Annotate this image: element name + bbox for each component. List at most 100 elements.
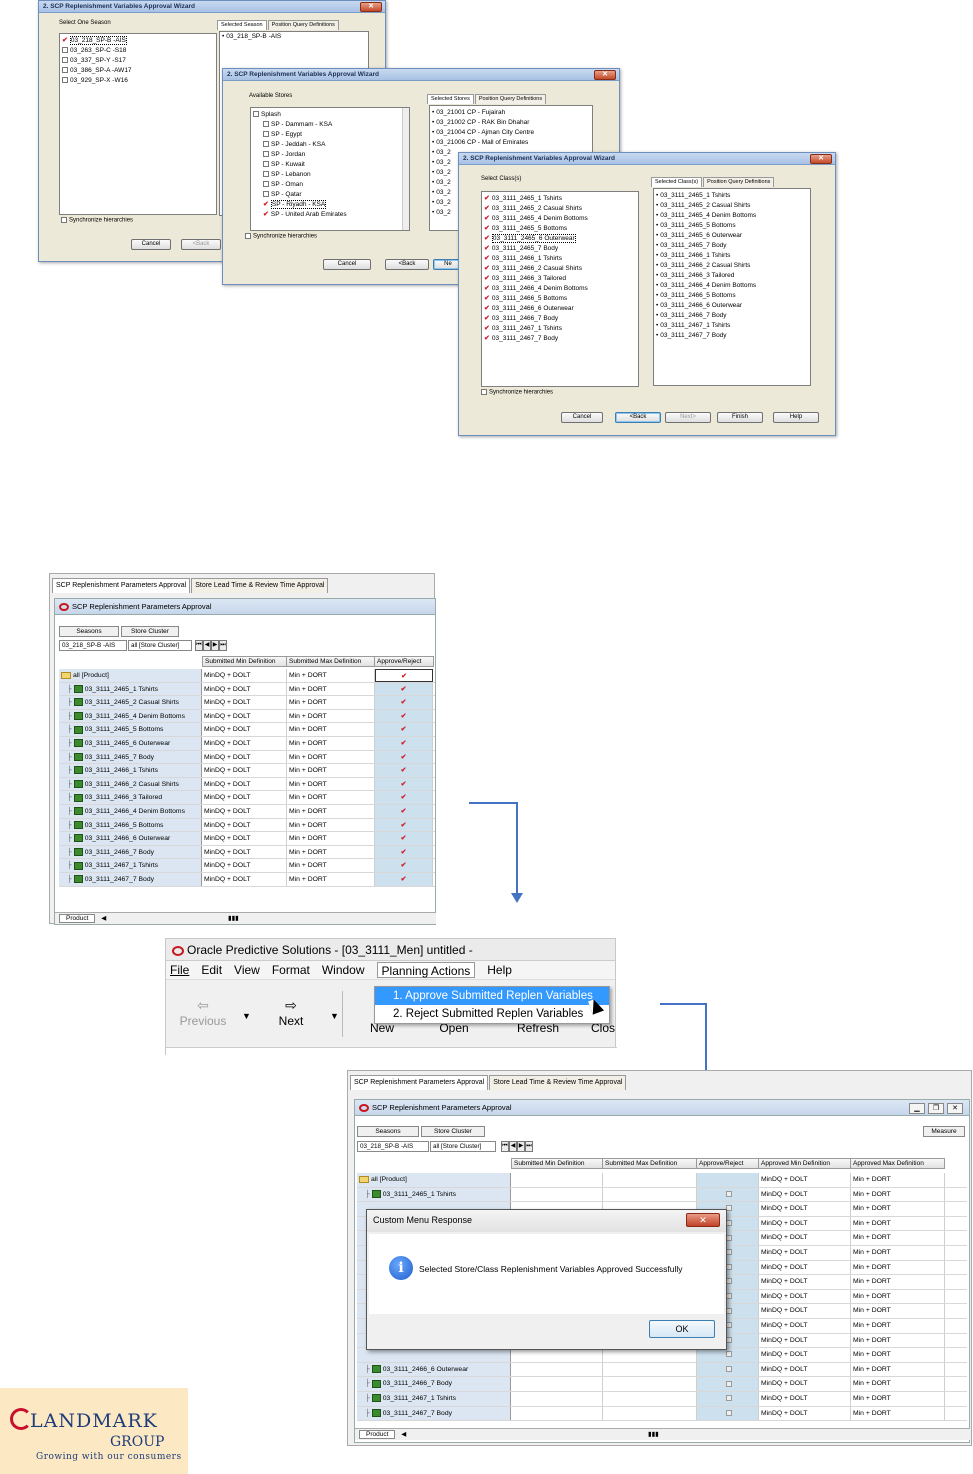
tab-scp-approval[interactable]: SCP Replenishment Parameters Approval: [350, 1075, 489, 1090]
list-item[interactable]: SP - Jordan: [251, 150, 409, 160]
list-item[interactable]: 03_929_SP-X -W16: [60, 76, 216, 86]
approved-max-cell[interactable]: Min + DORT: [851, 1187, 945, 1202]
tab-position-query[interactable]: Position Query Definitions: [703, 177, 775, 187]
min-cell[interactable]: MinDQ + DOLT: [202, 669, 287, 682]
prev-icon[interactable]: ◀: [509, 1141, 517, 1152]
check-icon[interactable]: ✔: [484, 255, 490, 262]
list-item[interactable]: SP - Jeddah - KSA: [251, 140, 409, 150]
close-icon[interactable]: ✕: [947, 1103, 963, 1114]
tab-position-query[interactable]: Position Query Definitions: [474, 94, 547, 104]
max-cell[interactable]: Min + DORT: [287, 682, 375, 696]
approved-min-cell[interactable]: MinDQ + DOLT: [759, 1304, 851, 1318]
approved-max-cell[interactable]: Min + DORT: [851, 1362, 945, 1377]
checkbox[interactable]: [263, 171, 269, 178]
approved-max-cell[interactable]: Min + DORT: [851, 1391, 945, 1406]
check-icon[interactable]: ✔: [484, 315, 490, 322]
product-cell[interactable]: ├ 03_3111_2466_1 Tshirts: [59, 764, 202, 777]
first-icon[interactable]: ⏮: [501, 1141, 509, 1152]
max-cell[interactable]: Min + DORT: [287, 818, 375, 832]
store-cluster-button[interactable]: Store Cluster: [121, 626, 179, 637]
previous-button[interactable]: ⇦ Previous: [178, 997, 228, 1028]
min-cell[interactable]: MinDQ + DOLT: [202, 832, 287, 845]
checkbox[interactable]: [62, 47, 68, 54]
approved-min-cell[interactable]: MinDQ + DOLT: [759, 1187, 851, 1202]
close-icon[interactable]: ✕: [686, 1213, 720, 1227]
approve-cell[interactable]: [697, 1348, 759, 1362]
list-item[interactable]: ✔ 03_3111_2467_7 Body: [482, 334, 638, 344]
max-cell[interactable]: Min + DORT: [287, 845, 375, 859]
sync-hierarchies[interactable]: Synchronize hierarchies: [245, 233, 317, 240]
next-button[interactable]: Next>: [665, 412, 711, 423]
list-item[interactable]: SP - Qatar: [251, 190, 409, 200]
max-cell[interactable]: Min + DORT: [287, 750, 375, 764]
tab-selected-season[interactable]: Selected Season: [217, 20, 267, 30]
help-button[interactable]: Help: [773, 412, 819, 423]
tab-scp-approval[interactable]: SCP Replenishment Parameters Approval: [52, 578, 191, 593]
menu-view[interactable]: View: [234, 962, 260, 978]
sync-checkbox[interactable]: [61, 217, 67, 223]
approved-min-cell[interactable]: MinDQ + DOLT: [759, 1173, 851, 1187]
approved-min-cell[interactable]: MinDQ + DOLT: [759, 1289, 851, 1304]
min-cell[interactable]: MinDQ + DOLT: [202, 777, 287, 791]
sync-checkbox[interactable]: [481, 389, 487, 395]
list-item[interactable]: ✔ 03_3111_2465_6 Outerwear: [482, 234, 638, 244]
product-cell[interactable]: ├ 03_3111_2466_5 Bottoms: [59, 818, 202, 832]
cancel-button[interactable]: Cancel: [323, 259, 371, 270]
sync-hierarchies[interactable]: Synchronize hierarchies: [481, 389, 553, 396]
scroll-left-icon[interactable]: ◀: [401, 1431, 406, 1438]
approve-cell[interactable]: ✔: [375, 736, 433, 750]
max-cell[interactable]: Min + DORT: [287, 669, 375, 682]
submitted-min-cell[interactable]: [511, 1348, 603, 1362]
product-cell[interactable]: ├ 03_3111_2467_1 Tshirts: [59, 859, 202, 872]
approved-min-cell[interactable]: MinDQ + DOLT: [759, 1231, 851, 1245]
approved-min-cell[interactable]: MinDQ + DOLT: [759, 1333, 851, 1348]
list-item[interactable]: ✔ 03_3111_2466_3 Tailored: [482, 274, 638, 284]
approve-cell[interactable]: ✔: [375, 682, 433, 696]
approve-cell[interactable]: [697, 1391, 759, 1406]
menu-edit[interactable]: Edit: [201, 962, 222, 978]
back-button[interactable]: <Back: [181, 239, 221, 250]
checkbox[interactable]: [253, 111, 259, 118]
finish-button[interactable]: Finish: [717, 412, 763, 423]
checkbox[interactable]: [725, 1380, 732, 1387]
approve-cell[interactable]: ✔: [375, 777, 433, 791]
list-item[interactable]: ✔ 03_3111_2466_2 Casual Shirts: [482, 264, 638, 274]
check-icon[interactable]: ✔: [484, 295, 490, 302]
list-item[interactable]: SP - Lebanon: [251, 170, 409, 180]
list-item[interactable]: ✔ 03_3111_2465_5 Bottoms: [482, 224, 638, 234]
approved-max-cell[interactable]: Min + DORT: [851, 1275, 945, 1289]
back-button[interactable]: <Back: [615, 412, 661, 423]
min-cell[interactable]: MinDQ + DOLT: [202, 818, 287, 832]
sync-checkbox[interactable]: [245, 233, 251, 239]
product-cell[interactable]: ├ 03_3111_2465_1 Tshirts: [59, 682, 202, 696]
approve-cell[interactable]: [697, 1377, 759, 1391]
list-item[interactable]: ✔ 03_3111_2466_5 Bottoms: [482, 294, 638, 304]
list-item[interactable]: 03_386_SP-A -AW17: [60, 66, 216, 76]
menu-file[interactable]: File: [170, 962, 189, 978]
approved-min-cell[interactable]: MinDQ + DOLT: [759, 1245, 851, 1260]
approve-cell[interactable]: ✔: [375, 804, 433, 818]
max-cell[interactable]: Min + DORT: [287, 723, 375, 736]
min-cell[interactable]: MinDQ + DOLT: [202, 750, 287, 764]
tab-store-lead-time[interactable]: Store Lead Time & Review Time Approval: [191, 578, 329, 593]
approve-cell[interactable]: ✔: [375, 709, 433, 723]
product-cell[interactable]: [357, 1348, 511, 1362]
list-item[interactable]: ✔ 03_3111_2465_2 Casual Shirts: [482, 204, 638, 214]
scrollbar-grip-icon[interactable]: ▮▮▮: [228, 915, 239, 922]
min-cell[interactable]: MinDQ + DOLT: [202, 723, 287, 736]
submitted-max-cell[interactable]: [603, 1406, 697, 1421]
close-icon[interactable]: ✕: [810, 154, 832, 164]
checkbox[interactable]: [263, 191, 269, 198]
approved-max-cell[interactable]: Min + DORT: [851, 1231, 945, 1245]
approve-cell[interactable]: ✔: [375, 832, 433, 845]
min-cell[interactable]: MinDQ + DOLT: [202, 872, 287, 886]
check-icon[interactable]: ✔: [263, 211, 269, 218]
checkbox[interactable]: [263, 161, 269, 168]
list-item[interactable]: ✔ SP - Riyadh - KSA: [251, 200, 409, 210]
approved-min-cell[interactable]: MinDQ + DOLT: [759, 1318, 851, 1333]
checkbox[interactable]: [62, 77, 68, 84]
approved-max-cell[interactable]: Min + DORT: [851, 1333, 945, 1348]
list-item[interactable]: 03_337_SP-Y -S17: [60, 56, 216, 66]
submitted-max-cell[interactable]: [603, 1377, 697, 1391]
first-icon[interactable]: ⏮: [195, 640, 203, 651]
